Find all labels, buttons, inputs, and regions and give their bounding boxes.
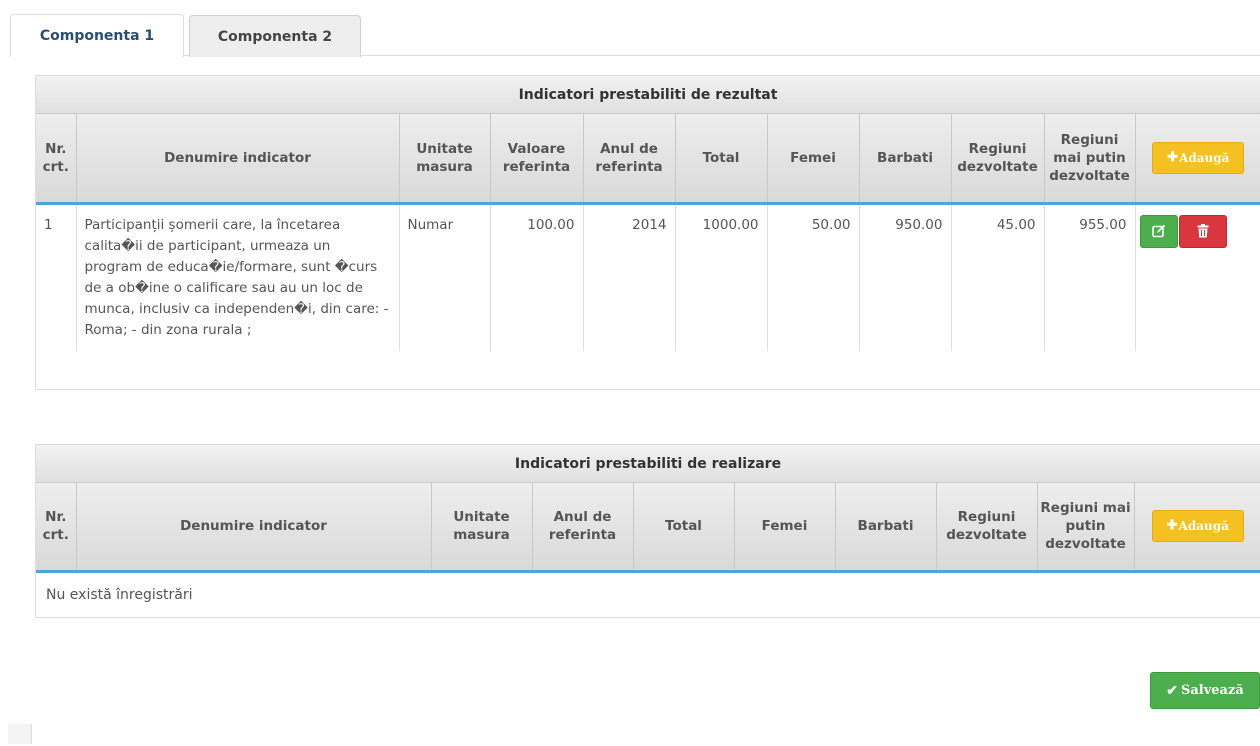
cell-an: 2014 <box>583 203 676 351</box>
add-realization-indicator-button[interactable]: ✚ Adaugă <box>1151 510 1244 543</box>
cell-valoare: 100.00 <box>490 203 584 351</box>
add-result-indicator-button[interactable]: ✚ Adaugă <box>1152 141 1245 174</box>
col-header-nr: Nr. crt. <box>36 483 77 573</box>
col-header-barbati: Barbati <box>835 483 937 573</box>
save-button[interactable]: ✔ Salvează <box>1150 672 1260 709</box>
col-header-regiuni-dezvoltate: Regiuni dezvoltate <box>951 114 1045 205</box>
edit-button[interactable] <box>1139 214 1178 248</box>
cell-barbati: 950.00 <box>859 203 952 351</box>
col-header-an: Anul de referinta <box>532 483 634 573</box>
plus-icon: ✚ <box>1167 149 1179 165</box>
cell-total: 1000.00 <box>675 203 768 351</box>
plus-icon: ✚ <box>1166 518 1178 534</box>
tab-componenta-2[interactable]: Componenta 2 <box>189 15 361 57</box>
cell-actions <box>1135 203 1260 351</box>
empty-message: Nu există înregistrări <box>46 586 193 603</box>
edit-icon <box>1151 224 1165 238</box>
col-header-valoare: Valoare referinta <box>490 114 584 205</box>
col-header-regiuni-dezvoltate: Regiuni dezvoltate <box>936 483 1038 573</box>
col-header-regiuni-mai-putin: Regiuni mai putin dezvoltate <box>1037 483 1135 573</box>
delete-button[interactable] <box>1178 214 1227 248</box>
cell-denumire: Participanții șomerii care, la încetarea… <box>76 203 400 351</box>
realization-indicators-caption: Indicatori prestabiliti de realizare <box>36 445 1260 483</box>
col-header-total: Total <box>633 483 735 573</box>
component-tabs: Componenta 1 Componenta 2 <box>10 10 1260 57</box>
tab-componenta-1[interactable]: Componenta 1 <box>10 14 184 57</box>
col-header-regiuni-mai-putin: Regiuni mai putin dezvoltate <box>1044 114 1136 205</box>
col-header-unitate: Unitate masura <box>431 483 533 573</box>
add-button-label: Adaugă <box>1179 150 1230 165</box>
trash-icon <box>1197 224 1208 238</box>
col-header-femei: Femei <box>734 483 836 573</box>
col-header-unitate: Unitate masura <box>399 114 491 205</box>
result-header-row: Nr. crt. Denumire indicator Unitate masu… <box>36 114 1260 205</box>
realization-indicators-table: Nr. crt. Denumire indicator Unitate masu… <box>36 483 1260 617</box>
check-icon: ✔ <box>1166 682 1178 699</box>
empty-row: Nu există înregistrări <box>36 571 1260 617</box>
result-indicators-caption: Indicatori prestabiliti de rezultat <box>36 76 1260 114</box>
row-actions <box>1139 214 1260 248</box>
cell-regiuni-mai-putin: 955.00 <box>1044 203 1136 351</box>
add-button-label: Adaugă <box>1178 519 1229 534</box>
cell-regiuni-dezvoltate: 45.00 <box>951 203 1045 351</box>
col-header-nr: Nr. crt. <box>36 114 77 205</box>
col-header-actions: ✚ Adaugă <box>1135 114 1260 205</box>
realization-header-row: Nr. crt. Denumire indicator Unitate masu… <box>36 483 1260 573</box>
col-header-barbati: Barbati <box>859 114 952 205</box>
cell-femei: 50.00 <box>767 203 860 351</box>
scroll-corner <box>8 724 32 744</box>
cell-nr: 1 <box>36 203 77 351</box>
result-indicators-table: Nr. crt. Denumire indicator Unitate masu… <box>36 114 1260 351</box>
col-header-femei: Femei <box>767 114 860 205</box>
result-indicators-panel: Indicatori prestabiliti de rezultat Nr. … <box>35 75 1260 390</box>
realization-indicators-panel: Indicatori prestabiliti de realizare Nr.… <box>35 444 1260 618</box>
col-header-actions: ✚ Adaugă <box>1134 483 1260 573</box>
cell-unitate: Numar <box>399 203 491 351</box>
col-header-an: Anul de referinta <box>583 114 676 205</box>
table-row: 1 Participanții șomerii care, la încetar… <box>36 203 1260 351</box>
save-button-label: Salvează <box>1180 683 1244 698</box>
col-header-denumire: Denumire indicator <box>76 483 432 573</box>
col-header-denumire: Denumire indicator <box>76 114 400 205</box>
col-header-total: Total <box>675 114 768 205</box>
